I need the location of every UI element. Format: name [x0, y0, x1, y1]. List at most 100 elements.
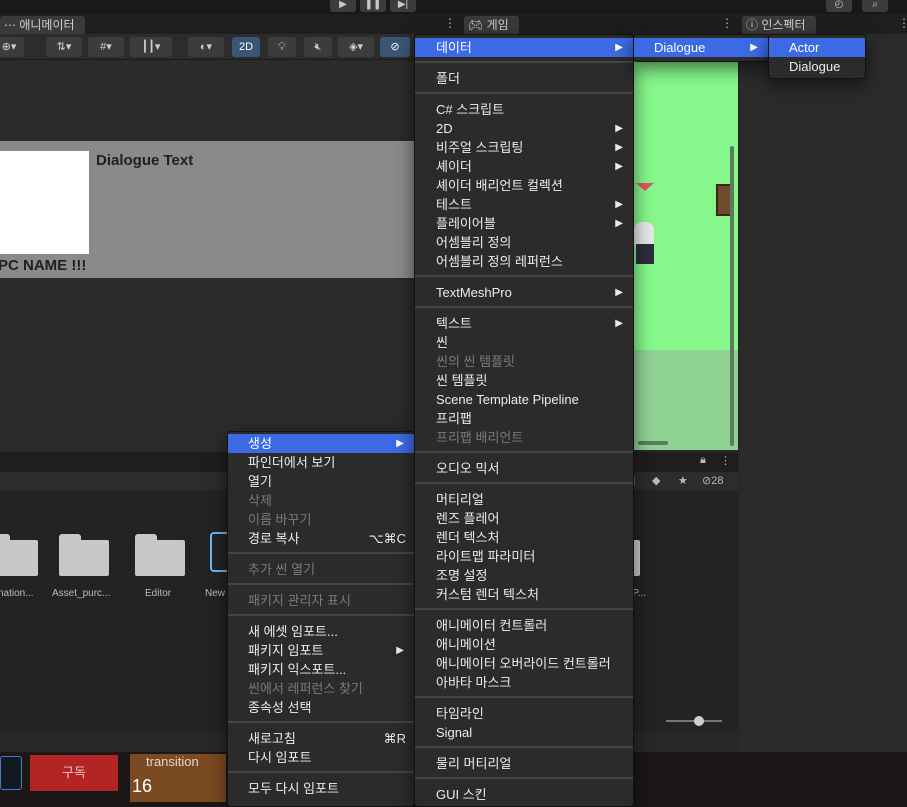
- menu-item-gui[interactable]: GUI 스킨: [415, 785, 633, 804]
- menu-item-item-18[interactable]: 다시 임포트: [228, 748, 414, 767]
- dialogue-preview-panel: Dialogue Text PC NAME !!!: [0, 141, 414, 278]
- game-view[interactable]: [634, 60, 738, 450]
- animator-more-icon[interactable]: ⋮: [444, 16, 456, 30]
- grid-snap-icon[interactable]: #▾: [88, 37, 124, 57]
- taskbar-thumbnail[interactable]: [0, 756, 22, 790]
- menu-item-signal[interactable]: Signal: [415, 723, 633, 742]
- favorite-icon[interactable]: ★: [678, 474, 688, 487]
- vertical-scrollbar[interactable]: [730, 146, 734, 446]
- menu-item-item-8[interactable]: 셰이더 배리언트 컬렉션: [415, 176, 633, 195]
- menu-item-item-22[interactable]: 프리팹 배리언트: [415, 428, 633, 447]
- step-button[interactable]: ▶|: [390, 0, 416, 12]
- tab-game[interactable]: 🎮︎ 게임: [464, 16, 519, 34]
- folder-icon[interactable]: [135, 534, 185, 576]
- menu-item-label: 셰이더 배리언트 컬렉션: [436, 178, 563, 193]
- menu-item-item-2[interactable]: 열기: [228, 472, 414, 491]
- shortcut-label: ⌘R: [383, 731, 406, 746]
- history-icon[interactable]: ◴: [826, 0, 852, 12]
- menu-item-item-35[interactable]: 애니메이터 오버라이드 컨트롤러: [415, 654, 633, 673]
- menu-item-item-26[interactable]: 머티리얼: [415, 490, 633, 509]
- folder-icon[interactable]: [59, 534, 109, 576]
- menu-item-item-30[interactable]: 조명 설정: [415, 566, 633, 585]
- menu-item-item-0[interactable]: 데이터 ▶: [415, 38, 633, 57]
- menu-item-item-4[interactable]: 이름 바꾸기: [228, 510, 414, 529]
- submenu-arrow-icon: ▶: [750, 42, 758, 53]
- menu-item-item-28[interactable]: 렌더 텍스처: [415, 528, 633, 547]
- menu-item-item-16[interactable]: 텍스트 ▶: [415, 314, 633, 333]
- menu-item-item-24[interactable]: 오디오 믹서: [415, 459, 633, 478]
- menu-item-item-12[interactable]: 어셈블리 정의 레퍼런스: [415, 252, 633, 271]
- horizontal-scrollbar[interactable]: [638, 441, 668, 445]
- menu-item-item-0[interactable]: 생성 ▶: [228, 434, 414, 453]
- menu-item-item-10[interactable]: 플레이어블 ▶: [415, 214, 633, 233]
- menu-item-item-38[interactable]: 타임라인: [415, 704, 633, 723]
- menu-item-item-11[interactable]: 어셈블리 정의: [415, 233, 633, 252]
- menu-item-item-36[interactable]: 아바타 마스크: [415, 673, 633, 692]
- menu-item-item-19[interactable]: 씬 템플릿: [415, 371, 633, 390]
- audio-mute-icon[interactable]: 🔇︎: [304, 37, 332, 57]
- menu-separator: [228, 771, 414, 773]
- menu-item-actor[interactable]: Actor: [769, 38, 865, 57]
- label-filter-icon[interactable]: ◆: [652, 474, 660, 487]
- menu-item-label: 파인더에서 보기: [248, 455, 336, 470]
- tab-animator[interactable]: ⋯ 애니메이터: [0, 16, 85, 34]
- menu-item-item-5[interactable]: 경로 복사 ⌥⌘C: [228, 529, 414, 548]
- zoom-slider-thumb[interactable]: [694, 716, 704, 726]
- menu-item-item-34[interactable]: 애니메이션: [415, 635, 633, 654]
- play-button[interactable]: ▶: [330, 0, 356, 12]
- ruler-icon[interactable]: ┃┃▾: [130, 37, 172, 57]
- menu-item-item-12[interactable]: 패키지 임포트 ▶: [228, 641, 414, 660]
- visibility-icon[interactable]: ⊘: [380, 37, 410, 57]
- subscribe-button[interactable]: 구독: [30, 755, 118, 791]
- menu-item-item-7[interactable]: 추가 씬 열기: [228, 560, 414, 579]
- menu-item-item-1[interactable]: 파인더에서 보기: [228, 453, 414, 472]
- menu-item-label: Signal: [436, 725, 473, 740]
- menu-item-item-14[interactable]: 씬에서 레퍼런스 찾기: [228, 679, 414, 698]
- menu-item-dialogue[interactable]: Dialogue ▶: [634, 38, 768, 57]
- menu-item-item-20[interactable]: 모두 다시 임포트: [228, 779, 414, 798]
- menu-item-item-33[interactable]: 애니메이터 컨트롤러: [415, 616, 633, 635]
- menu-item-item-17[interactable]: 씬: [415, 333, 633, 352]
- menu-item-item-7[interactable]: 셰이더 ▶: [415, 157, 633, 176]
- menu-item-item-31[interactable]: 커스텀 렌더 텍스처: [415, 585, 633, 604]
- project-more-icon[interactable]: ⋮: [720, 454, 731, 467]
- menu-item-2d[interactable]: 2D ▶: [415, 119, 633, 138]
- menu-item-scene-template-pipeline[interactable]: Scene Template Pipeline: [415, 390, 633, 409]
- menu-item-item-41[interactable]: 물리 머티리얼: [415, 754, 633, 773]
- menu-item-item-29[interactable]: 라이트맵 파라미터: [415, 547, 633, 566]
- menu-item-item-17[interactable]: 새로고침 ⌘R: [228, 729, 414, 748]
- menu-item-item-11[interactable]: 새 에셋 임포트...: [228, 622, 414, 641]
- lock-icon[interactable]: 🔒︎: [700, 454, 706, 467]
- effects-icon[interactable]: ◈▾: [338, 37, 374, 57]
- pause-button[interactable]: ❚❚: [360, 0, 386, 12]
- menu-item-c[interactable]: C# 스크립트: [415, 100, 633, 119]
- light-icon[interactable]: 💡︎: [268, 37, 296, 57]
- menu-item-item-13[interactable]: 패키지 익스포트...: [228, 660, 414, 679]
- menu-separator: [415, 92, 633, 94]
- menu-item-item-18[interactable]: 씬의 씬 템플릿: [415, 352, 633, 371]
- menu-item-textmeshpro[interactable]: TextMeshPro ▶: [415, 283, 633, 302]
- menu-item-item-27[interactable]: 렌즈 플레어: [415, 509, 633, 528]
- menu-item-dialogue[interactable]: Dialogue: [769, 57, 865, 76]
- tool-handle-icon[interactable]: ⊕▾: [0, 37, 24, 57]
- folder-icon[interactable]: [0, 534, 38, 576]
- menu-item-item-6[interactable]: 비주얼 스크립팅 ▶: [415, 138, 633, 157]
- gamepad-icon: 🎮︎: [468, 18, 487, 32]
- menu-item-item-21[interactable]: 프리팹: [415, 409, 633, 428]
- menu-item-item-9[interactable]: 패키지 관리자 표시: [228, 591, 414, 610]
- transition-thumbnail[interactable]: transition 16: [130, 754, 226, 802]
- shading-icon[interactable]: ◐▾: [188, 37, 224, 57]
- game-more-icon[interactable]: ⋮: [721, 16, 733, 30]
- toggle-2d-button[interactable]: 2D: [232, 37, 260, 57]
- menu-item-item-2[interactable]: 폴더: [415, 69, 633, 88]
- tab-inspector[interactable]: ⓘ 인스펙터: [742, 16, 816, 34]
- hidden-count[interactable]: ⊘28: [702, 474, 723, 487]
- transition-label: transition: [146, 754, 199, 769]
- menu-item-item-3[interactable]: 삭제: [228, 491, 414, 510]
- search-icon[interactable]: ⌕: [862, 0, 888, 12]
- menu-item-item-15[interactable]: 종속성 선택: [228, 698, 414, 717]
- transform-tool-icon[interactable]: ⇅▾: [46, 37, 82, 57]
- inspector-more-icon[interactable]: ⋮: [898, 16, 907, 30]
- menu-separator: [415, 746, 633, 748]
- menu-item-item-9[interactable]: 테스트 ▶: [415, 195, 633, 214]
